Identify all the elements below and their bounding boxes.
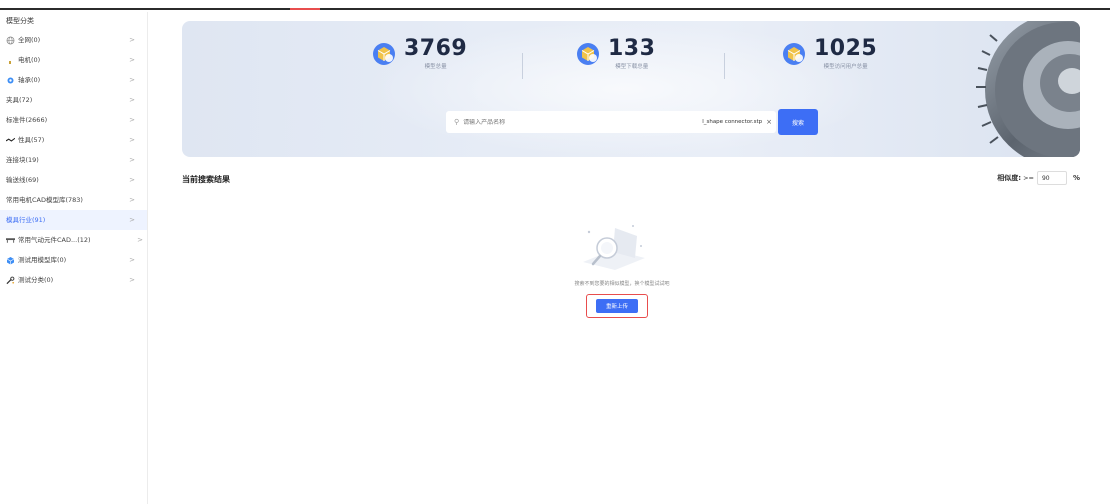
chevron-right-icon: > — [129, 176, 135, 184]
similarity-operator: >= — [1023, 174, 1034, 182]
reupload-button[interactable]: 重新上传 — [596, 299, 638, 313]
empty-result-message: 搜索不到您要的相似模型，换个模型试试吧 — [574, 281, 670, 287]
sidebar-item-test-category[interactable]: 测试分类(0) > — [0, 270, 147, 290]
cube-icon — [783, 42, 805, 65]
search-bar: ⚲ l_shape connector.stp × — [446, 111, 776, 133]
similarity-unit: % — [1072, 174, 1080, 182]
motor-icon — [6, 56, 15, 65]
chevron-right-icon: > — [129, 116, 135, 124]
gear-illustration — [976, 21, 1080, 157]
sidebar-item-bearing[interactable]: 轴承(0) > — [0, 70, 147, 90]
sidebar-item-label: 常用气动元件CAD...(12) — [18, 236, 91, 244]
wrench-icon — [6, 276, 15, 285]
cube-icon — [577, 42, 599, 65]
sidebar-title: 模型分类 — [6, 17, 34, 25]
stat-value: 3769 — [404, 36, 468, 61]
stat-model-total: 3769 模型总量 — [372, 37, 467, 70]
sidebar-item-label: 夹具(72) — [6, 96, 33, 104]
stat-visitor-total: 1025 模型访问用户总量 — [782, 37, 877, 70]
sidebar-item-label: 输送线(69) — [6, 176, 39, 184]
uploaded-file-name: l_shape connector.stp — [702, 119, 763, 125]
sidebar-item-conveyor[interactable]: 输送线(69) > — [0, 170, 147, 190]
sidebar-item-label: 模具行业(91) — [6, 216, 46, 224]
stat-value: 1025 — [814, 36, 878, 61]
uploaded-file-tag: l_shape connector.stp × — [702, 118, 772, 126]
stats-banner: 3769 模型总量 133 模型下载总量 1025 模型访问用户总量 ⚲ l_s — [182, 21, 1080, 157]
sidebar-item-label: 全网(0) — [18, 36, 41, 44]
chevron-right-icon: > — [129, 56, 135, 64]
chevron-right-icon: > — [129, 156, 135, 164]
chevron-right-icon: > — [129, 96, 135, 104]
chevron-right-icon: > — [129, 76, 135, 84]
sidebar-item-standard-parts[interactable]: 标准件(2666) > — [0, 110, 147, 130]
sidebar-item-label: 常用电机CAD模型库(783) — [6, 196, 83, 204]
sidebar-item-pneumatic-cad[interactable]: 常用气动元件CAD...(12) > — [0, 230, 147, 250]
stat-download-total: 133 模型下载总量 — [576, 37, 655, 70]
chevron-right-icon: > — [129, 276, 135, 284]
bearing-icon — [6, 76, 15, 85]
chevron-right-icon: > — [137, 236, 143, 244]
category-sidebar: 模型分类 全网(0) > 电机(0) > 轴承(0) > 夹具(72) > 标准… — [0, 12, 148, 504]
sidebar-item-label: 测试分类(0) — [18, 276, 54, 284]
chevron-right-icon: > — [129, 136, 135, 144]
similarity-input[interactable] — [1036, 171, 1067, 185]
chevron-right-icon: > — [129, 36, 135, 44]
stat-label: 模型下载总量 — [615, 64, 649, 70]
tool-icon — [6, 136, 15, 145]
stat-label: 模型访问用户总量 — [823, 64, 868, 70]
search-input[interactable] — [463, 118, 664, 126]
sidebar-item-mold-industry[interactable]: 模具行业(91) > — [0, 210, 147, 230]
stat-label: 模型总量 — [424, 64, 447, 70]
sidebar-item-label: 标准件(2666) — [6, 116, 48, 124]
tab-indicator — [290, 8, 320, 10]
stat-divider — [522, 53, 523, 79]
sidebar-item-label: 测试用模型库(0) — [18, 256, 67, 264]
cylinder-icon — [6, 236, 15, 245]
similarity-filter: 相似度: >= % — [997, 171, 1080, 185]
sidebar-item-test-library[interactable]: 测试用模型库(0) > — [0, 250, 147, 270]
search-icon: ⚲ — [454, 118, 460, 126]
stat-divider — [724, 53, 725, 79]
sidebar-item-motor-cad-library[interactable]: 常用电机CAD模型库(783) > — [0, 190, 147, 210]
results-title: 当前搜索结果 — [182, 175, 230, 184]
search-button[interactable]: 搜索 — [778, 109, 818, 135]
sidebar-item-motor[interactable]: 电机(0) > — [0, 50, 147, 70]
main-content: 3769 模型总量 133 模型下载总量 1025 模型访问用户总量 ⚲ l_s — [148, 12, 1110, 504]
sidebar-item-label: 轴承(0) — [18, 76, 41, 84]
chevron-right-icon: > — [129, 196, 135, 204]
chevron-right-icon: > — [129, 256, 135, 264]
sidebar-item-label: 电机(0) — [18, 56, 41, 64]
chevron-right-icon: > — [129, 216, 135, 224]
sidebar-item-tools[interactable]: 性具(57) > — [0, 130, 147, 150]
globe-icon — [6, 36, 15, 45]
sidebar-item-all-network[interactable]: 全网(0) > — [0, 30, 147, 50]
sidebar-item-connector[interactable]: 连接块(19) > — [0, 150, 147, 170]
empty-result-illustration — [583, 225, 645, 270]
clear-file-icon[interactable]: × — [766, 118, 772, 126]
sidebar-item-label: 连接块(19) — [6, 156, 39, 164]
sidebar-item-label: 性具(57) — [18, 136, 45, 144]
sidebar-item-fixture[interactable]: 夹具(72) > — [0, 90, 147, 110]
stat-value: 133 — [608, 36, 656, 61]
cube-icon — [373, 42, 395, 65]
box-icon — [6, 256, 15, 265]
similarity-label: 相似度: — [997, 174, 1022, 182]
top-bar — [0, 0, 1110, 10]
